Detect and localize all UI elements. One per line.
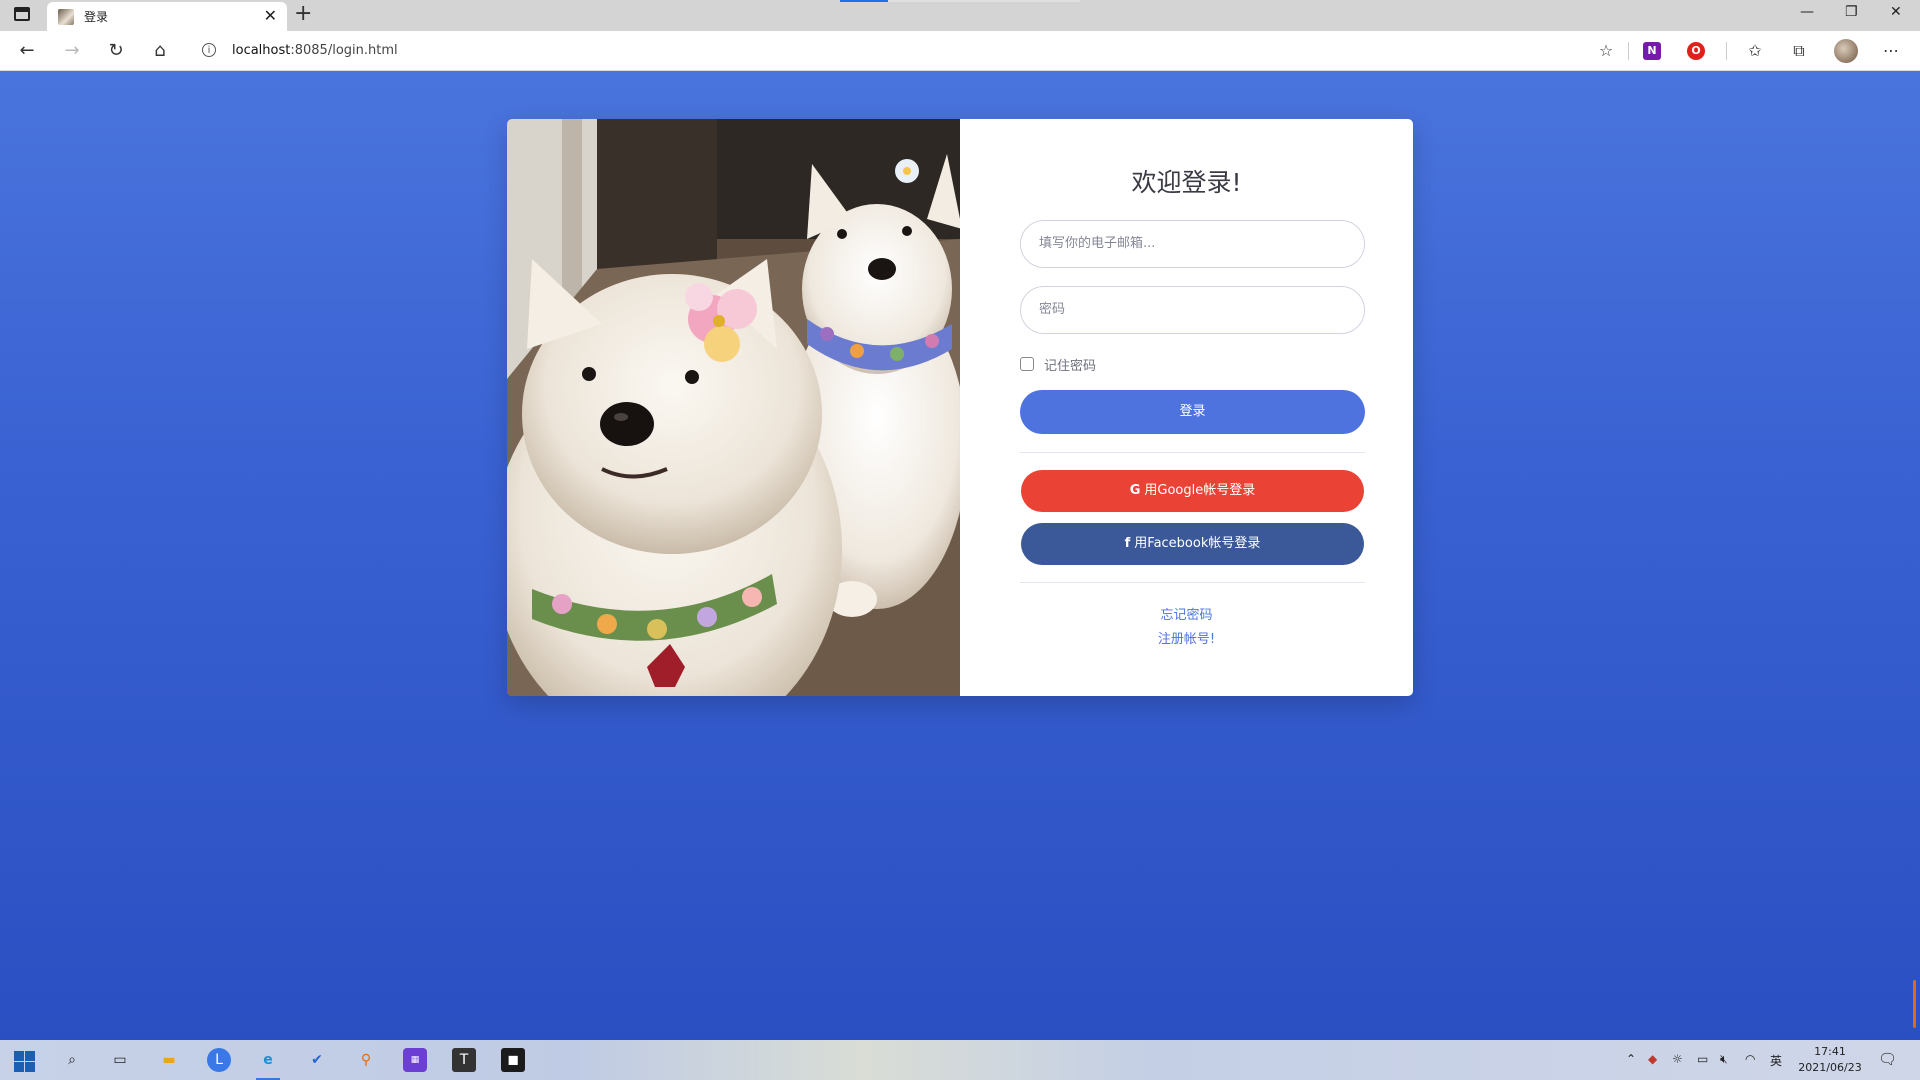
intellij-icon[interactable]: ◼ — [501, 1048, 525, 1072]
tab-close-icon[interactable]: ✕ — [264, 6, 277, 25]
collections-icon[interactable]: ⧉ — [1788, 40, 1810, 62]
onenote-icon[interactable]: N — [1643, 42, 1661, 60]
google-icon: G — [1129, 483, 1141, 498]
url-text[interactable]: localhost:8085/login.html — [232, 43, 398, 58]
email-placeholder: 填写你的电子邮箱... — [1039, 236, 1156, 251]
search-icon[interactable]: ⌕ — [60, 1048, 84, 1072]
more-icon[interactable]: ⋯ — [1880, 40, 1902, 62]
clock-date: 2021/06/23 — [1798, 1061, 1862, 1074]
new-tab-button[interactable]: + — [294, 1, 312, 26]
edge-icon[interactable]: e — [256, 1048, 280, 1072]
refresh-icon[interactable]: ↻ — [104, 39, 128, 63]
divider — [1020, 582, 1365, 583]
restore-button[interactable]: ❐ — [1845, 4, 1858, 20]
typora-icon[interactable]: T — [452, 1048, 476, 1072]
favorites-icon[interactable]: ✩ — [1744, 40, 1766, 62]
remember-checkbox[interactable] — [1020, 357, 1034, 371]
qq-icon[interactable]: ▦ — [403, 1048, 427, 1072]
loading-track — [888, 0, 1080, 2]
toolbar-separator — [1628, 42, 1629, 60]
facebook-icon: f — [1124, 536, 1131, 551]
windows-start-icon[interactable] — [12, 1048, 36, 1072]
browser-tab[interactable]: 登录 ✕ — [47, 2, 287, 31]
notification-icon[interactable]: 🗨︎ — [1878, 1050, 1897, 1068]
tray-app-icon[interactable]: ◆ — [1648, 1052, 1657, 1066]
forward-icon[interactable]: → — [60, 39, 84, 63]
close-window-button[interactable]: ✕ — [1890, 4, 1902, 20]
address-bar[interactable]: i localhost:8085/login.html — [188, 35, 1628, 67]
profile-avatar[interactable] — [1834, 39, 1858, 63]
home-icon[interactable]: ⌂ — [148, 39, 172, 63]
facebook-login-button[interactable]: f 用Facebook帐号登录 — [1021, 523, 1364, 565]
google-login-button[interactable]: G 用Google帐号登录 — [1021, 470, 1364, 512]
minimize-button[interactable]: — — [1800, 4, 1814, 20]
forgot-password-link[interactable]: 忘记密码 — [960, 604, 1413, 623]
clock-time: 17:41 — [1814, 1045, 1846, 1058]
login-form: 欢迎登录! 填写你的电子邮箱... 密码 记住密码 登录 G 用Google帐号登… — [960, 119, 1413, 696]
opera-icon[interactable]: O — [1687, 42, 1705, 60]
email-field[interactable]: 填写你的电子邮箱... — [1020, 220, 1365, 268]
info-icon[interactable]: i — [202, 43, 216, 57]
volume-muted-icon[interactable]: 🔇︎ — [1720, 1052, 1728, 1067]
scrollbar-thumb[interactable] — [1913, 980, 1916, 1028]
input-language[interactable]: 英 — [1770, 1052, 1782, 1069]
brightness-icon[interactable]: ☼ — [1672, 1052, 1683, 1066]
password-placeholder: 密码 — [1039, 302, 1066, 317]
search-tool-icon[interactable]: ⚲ — [354, 1048, 378, 1072]
sidebar-icon[interactable] — [14, 7, 30, 21]
tab-favicon-icon — [58, 9, 74, 25]
wifi-icon[interactable]: ◠ — [1745, 1052, 1755, 1066]
favorite-add-icon[interactable]: ☆ — [1595, 40, 1617, 62]
remember-label: 记住密码 — [1044, 359, 1097, 374]
login-card: 欢迎登录! 填写你的电子邮箱... 密码 记住密码 登录 G 用Google帐号登… — [507, 119, 1413, 696]
password-field[interactable]: 密码 — [1020, 286, 1365, 334]
file-explorer-icon[interactable]: ▬ — [157, 1048, 181, 1072]
facebook-login-label: 用Facebook帐号登录 — [1134, 536, 1261, 551]
windows-taskbar: ⌕ ▭ ▬ L e ✔ ⚲ ▦ T ◼ ⌃ ◆ ☼ ▭ 🔇︎ ◠ 英 17:41… — [0, 1040, 1920, 1080]
toolbar-separator — [1726, 42, 1727, 60]
loading-indicator — [840, 0, 888, 2]
google-login-label: 用Google帐号登录 — [1144, 483, 1256, 498]
task-view-icon[interactable]: ▭ — [108, 1048, 132, 1072]
samoyed-dogs-image — [507, 119, 960, 696]
todo-icon[interactable]: ✔ — [305, 1048, 329, 1072]
taskbar-clock[interactable]: 17:41 2021/06/23 — [1790, 1044, 1870, 1076]
l-app-icon[interactable]: L — [207, 1048, 231, 1072]
register-link[interactable]: 注册帐号! — [960, 628, 1413, 647]
tab-title: 登录 — [84, 10, 109, 24]
tab-bar: 登录 ✕ + — ❐ ✕ — [0, 0, 1920, 31]
login-button-label: 登录 — [1179, 404, 1206, 419]
divider — [1020, 452, 1365, 453]
url-host: localhost — [232, 43, 291, 58]
login-page: 欢迎登录! 填写你的电子邮箱... 密码 记住密码 登录 G 用Google帐号登… — [0, 71, 1920, 1040]
tray-expand-icon[interactable]: ⌃ — [1626, 1052, 1636, 1066]
url-path: :8085/login.html — [290, 43, 398, 58]
battery-icon[interactable]: ▭ — [1697, 1052, 1708, 1066]
browser-toolbar: ← → ↻ ⌂ i localhost:8085/login.html ☆ N … — [0, 31, 1920, 71]
login-button[interactable]: 登录 — [1020, 390, 1365, 434]
login-title: 欢迎登录! — [1131, 168, 1242, 197]
back-icon[interactable]: ← — [15, 39, 39, 63]
